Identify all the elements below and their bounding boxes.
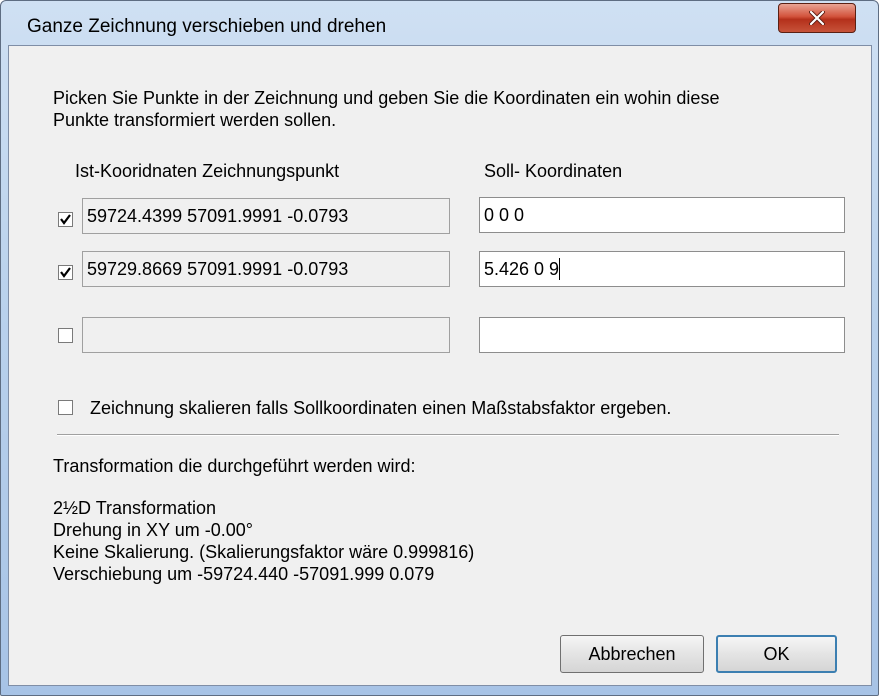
intro-text-line-2: Punkte transformiert werden sollen. (53, 110, 337, 130)
transformation-heading: Transformation die durchgeführt werden w… (53, 456, 416, 476)
checkmark-icon (60, 267, 71, 278)
soll-coordinates-header: Soll- Koordinaten (484, 161, 623, 181)
window-title: Ganze Zeichnung verschieben und drehen (27, 16, 387, 37)
point-2-checkbox[interactable] (58, 265, 73, 280)
scale-drawing-checkbox[interactable] (58, 400, 73, 415)
dialog-client-area: Picken Sie Punkte in der Zeichnung und g… (8, 45, 872, 686)
point-3-soll-input[interactable] (479, 317, 845, 353)
close-button[interactable] (778, 3, 856, 33)
text-cursor (559, 257, 561, 280)
title-bar[interactable]: Ganze Zeichnung verschieben und drehen (1, 1, 878, 39)
intro-text-line-1: Picken Sie Punkte in der Zeichnung und g… (53, 88, 720, 108)
close-icon (809, 11, 825, 25)
scale-drawing-label[interactable]: Zeichnung skalieren falls Sollkoordinate… (90, 397, 671, 419)
checkmark-icon (60, 214, 71, 225)
cancel-button[interactable]: Abbrechen (560, 635, 704, 673)
point-2-ist-field: 59729.8669 57091.9991 -0.0793 (82, 251, 450, 287)
translation-info: Verschiebung um -59724.440 -57091.999 0.… (53, 564, 435, 584)
ist-coordinates-header: Ist-Kooridnaten Zeichnungspunkt (75, 161, 340, 181)
rotation-info: Drehung in XY um -0.00° (53, 520, 253, 540)
point-3-checkbox[interactable] (58, 328, 73, 343)
point-1-soll-input[interactable]: 0 0 0 (479, 197, 845, 233)
separator-line (57, 434, 839, 436)
point-1-ist-field: 59724.4399 57091.9991 -0.0793 (82, 198, 450, 234)
point-1-checkbox[interactable] (58, 212, 73, 227)
point-2-soll-value: 5.426 0 9 (484, 259, 560, 279)
point-2-soll-input[interactable]: 5.426 0 9 (479, 251, 845, 287)
dialog-window: Ganze Zeichnung verschieben und drehen P… (0, 0, 879, 696)
point-3-ist-field (82, 317, 450, 353)
ok-button[interactable]: OK (716, 635, 837, 673)
scaling-info: Keine Skalierung. (Skalierungsfaktor wär… (53, 542, 475, 562)
transformation-type: 2½D Transformation (53, 498, 217, 518)
